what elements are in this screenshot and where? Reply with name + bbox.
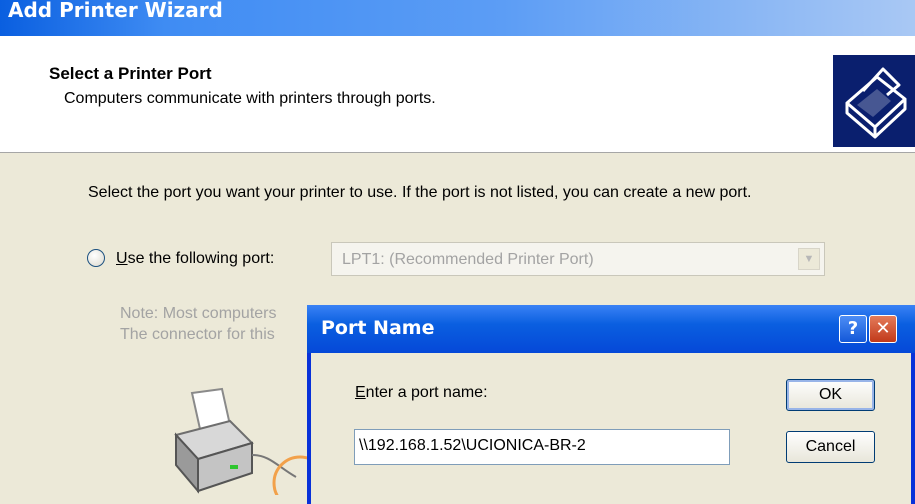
port-name-dialog: Port Name ? ✕ Enter a port name: \\192.1… [307, 305, 915, 504]
note-text-line1: Note: Most computers [120, 305, 277, 322]
wizard-title-bar[interactable]: Add Printer Wizard [0, 0, 915, 36]
dialog-title-bar[interactable]: Port Name ? ✕ [307, 305, 915, 353]
note-text-line2: The connector for this [120, 326, 275, 343]
printer-illustration-icon [174, 387, 310, 495]
wizard-header: Select a Printer Port Computers communic… [0, 36, 915, 153]
port-select-value: LPT1: (Recommended Printer Port) [342, 251, 594, 268]
wizard-title: Add Printer Wizard [8, 0, 223, 22]
port-name-label: Enter a port name: [355, 384, 488, 402]
ok-button[interactable]: OK [786, 379, 875, 411]
dialog-body: Enter a port name: \\192.168.1.52\UCIONI… [311, 353, 911, 504]
intro-text: Select the port you want your printer to… [88, 184, 752, 201]
port-name-input[interactable]: \\192.168.1.52\UCIONICA-BR-2 [354, 429, 730, 465]
page-title: Select a Printer Port [49, 64, 212, 83]
label-accelerator: E [355, 384, 366, 401]
printer-icon [833, 55, 915, 147]
radio-label-accelerator: U [116, 250, 128, 267]
radio-label-text: se the following port: [127, 250, 275, 267]
close-button[interactable]: ✕ [869, 315, 897, 343]
use-port-radio-label[interactable]: Use the following port: [116, 250, 274, 268]
chevron-down-icon[interactable]: ▼ [798, 248, 820, 270]
dialog-title: Port Name [321, 317, 435, 339]
page-subtitle: Computers communicate with printers thro… [64, 90, 436, 107]
use-port-radio[interactable] [87, 249, 105, 267]
label-text: nter a port name: [365, 384, 488, 401]
cancel-button[interactable]: Cancel [786, 431, 875, 463]
port-select[interactable]: LPT1: (Recommended Printer Port) ▼ [331, 242, 825, 276]
help-button[interactable]: ? [839, 315, 867, 343]
